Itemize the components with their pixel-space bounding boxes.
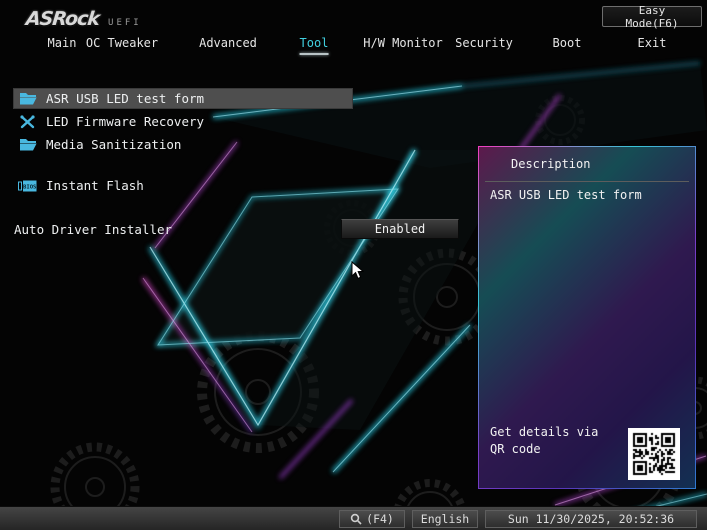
tool-item-label: ASR USB LED test form <box>46 91 204 106</box>
tool-item-instant-flash[interactable]: BIOS Instant Flash <box>14 176 144 195</box>
search-hotkey-label: (F4) <box>366 512 394 526</box>
language-button[interactable]: English <box>412 510 478 528</box>
description-panel: Description ASR USB LED test form Get de… <box>478 146 696 489</box>
auto-driver-installer-label: Auto Driver Installer <box>14 222 172 237</box>
status-bar: (F4) English Sun 11/30/2025, 20:52:36 <box>0 506 707 530</box>
tool-item-label: Media Sanitization <box>46 137 181 152</box>
tab-tool[interactable]: Tool <box>298 36 331 55</box>
menu-bar: Main OC Tweaker Advanced Tool H/W Monito… <box>0 33 707 57</box>
folder-icon <box>18 92 37 106</box>
asrock-logo: ASRock UEFI <box>26 8 142 30</box>
tab-security[interactable]: Security <box>453 36 515 50</box>
logo-text: ASRock <box>25 8 100 30</box>
description-title: Description <box>511 157 590 171</box>
tab-exit[interactable]: Exit <box>636 36 669 50</box>
easy-mode-button[interactable]: Easy Mode(F6) <box>602 6 702 27</box>
bios-chip-icon: BIOS <box>18 179 37 193</box>
svg-text:BIOS: BIOS <box>23 184 37 190</box>
tab-boot[interactable]: Boot <box>551 36 584 50</box>
tab-oc-tweaker[interactable]: OC Tweaker <box>84 36 160 50</box>
tool-item-label: LED Firmware Recovery <box>46 114 204 129</box>
uefi-screen: ASRock UEFI Easy Mode(F6) Main OC Tweake… <box>0 0 707 530</box>
search-icon <box>350 513 362 525</box>
tool-item-asr-usb-led-test-form[interactable]: ASR USB LED test form <box>14 89 352 108</box>
tab-advanced[interactable]: Advanced <box>197 36 259 50</box>
tools-icon <box>18 115 37 129</box>
description-divider <box>485 181 689 182</box>
auto-driver-installer-value-button[interactable]: Enabled <box>341 219 459 239</box>
logo-uefi-label: UEFI <box>108 18 142 28</box>
search-button[interactable]: (F4) <box>339 510 405 528</box>
description-body: ASR USB LED test form <box>490 188 687 203</box>
tool-item-label: Instant Flash <box>46 178 144 193</box>
folder-icon <box>18 138 37 152</box>
tab-hw-monitor[interactable]: H/W Monitor <box>361 36 444 50</box>
datetime-display[interactable]: Sun 11/30/2025, 20:52:36 <box>485 510 697 528</box>
tab-main[interactable]: Main <box>46 36 79 50</box>
qr-caption: Get details via QR code <box>490 424 618 458</box>
tool-item-led-firmware-recovery[interactable]: LED Firmware Recovery <box>14 112 204 131</box>
tool-item-media-sanitization[interactable]: Media Sanitization <box>14 135 181 154</box>
qr-code <box>628 428 680 480</box>
